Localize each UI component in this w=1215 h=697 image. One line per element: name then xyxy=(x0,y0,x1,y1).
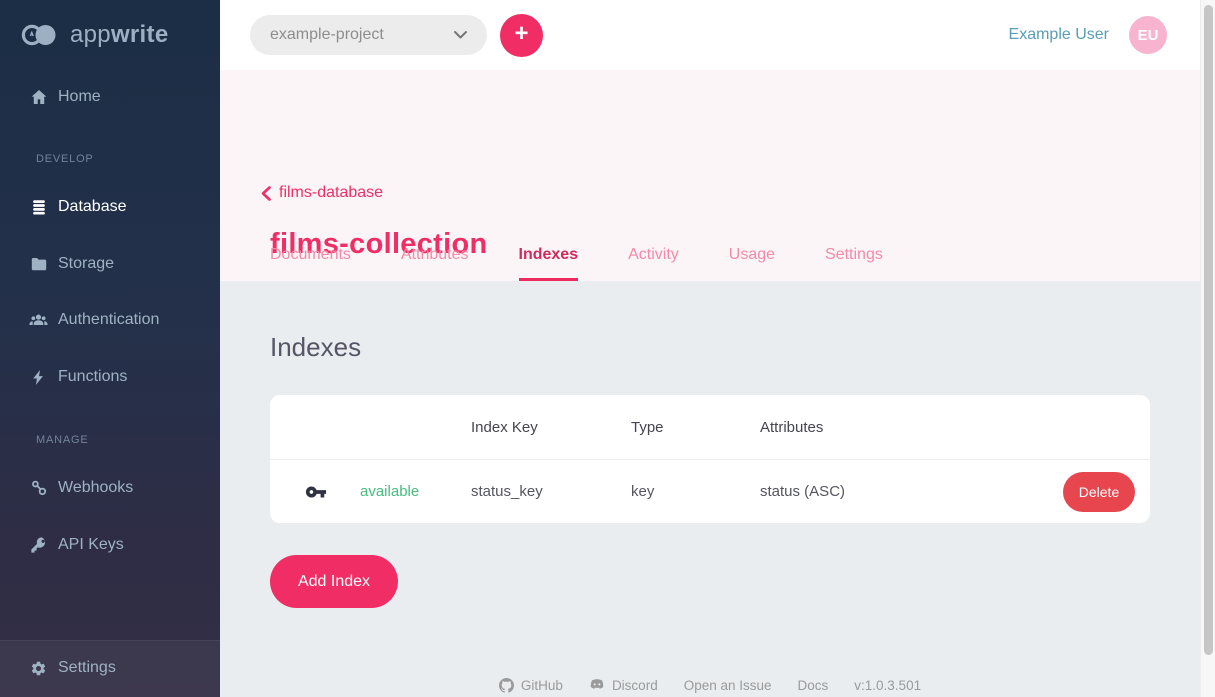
footer-link-label: Open an Issue xyxy=(684,678,772,693)
database-icon xyxy=(29,198,48,217)
tab-usage[interactable]: Usage xyxy=(729,246,775,281)
collection-tabs: Documents Attributes Indexes Activity Us… xyxy=(270,246,883,281)
footer: GitHub Discord Open an Issue Docs v:1.0.… xyxy=(220,678,1200,693)
add-project-button[interactable]: + xyxy=(500,14,543,57)
table-row: available status_key key status (ASC) De… xyxy=(270,460,1150,523)
footer-version: v:1.0.3.501 xyxy=(854,678,921,693)
link-icon xyxy=(29,479,48,498)
user-profile-link[interactable]: Example User xyxy=(1009,26,1109,44)
github-icon xyxy=(499,678,514,693)
chevron-down-icon xyxy=(454,31,467,39)
scrollbar-track[interactable] xyxy=(1200,0,1215,697)
sidebar-item-label: Functions xyxy=(58,368,127,386)
topbar-user-area: Example User EU xyxy=(1009,16,1200,54)
sidebar-item-storage[interactable]: Storage xyxy=(0,246,220,282)
footer-link-open-issue[interactable]: Open an Issue xyxy=(684,678,772,693)
avatar-initials: EU xyxy=(1138,27,1159,44)
footer-link-label: GitHub xyxy=(521,678,563,693)
footer-link-github[interactable]: GitHub xyxy=(499,678,563,693)
scrollbar-thumb[interactable] xyxy=(1204,5,1213,655)
project-selector-value: example-project xyxy=(270,26,384,44)
sidebar-section-manage: MANAGE xyxy=(36,434,88,446)
gear-icon xyxy=(29,659,48,678)
footer-link-label: Discord xyxy=(612,678,658,693)
cell-index-key: status_key xyxy=(471,483,631,500)
section-heading-indexes: Indexes xyxy=(270,332,361,363)
home-icon xyxy=(29,88,48,107)
cell-type: key xyxy=(631,483,760,500)
sidebar-item-label: Database xyxy=(58,198,127,216)
indexes-table: Index Key Type Attributes available stat… xyxy=(270,395,1150,523)
add-index-button[interactable]: Add Index xyxy=(270,555,398,608)
sidebar-item-label: Settings xyxy=(58,659,116,677)
sidebar-item-webhooks[interactable]: Webhooks xyxy=(0,470,220,506)
sidebar-item-database[interactable]: Database xyxy=(0,189,220,225)
footer-link-label: Docs xyxy=(798,678,829,693)
table-header-type: Type xyxy=(631,419,760,436)
appwrite-logo[interactable]: appwrite xyxy=(20,20,168,50)
sidebar-item-label: API Keys xyxy=(58,536,124,554)
sidebar-section-develop: DEVELOP xyxy=(36,153,94,165)
lightning-icon xyxy=(29,368,48,387)
delete-button[interactable]: Delete xyxy=(1063,472,1135,512)
table-header-attributes: Attributes xyxy=(760,419,1043,436)
sidebar-item-label: Webhooks xyxy=(58,479,133,497)
tab-activity[interactable]: Activity xyxy=(628,246,679,281)
table-key-icon xyxy=(305,481,360,503)
status-badge: available xyxy=(360,483,471,500)
avatar[interactable]: EU xyxy=(1129,16,1167,54)
key-icon xyxy=(29,536,48,555)
table-header-index-key: Index Key xyxy=(471,419,631,436)
sidebar-item-home[interactable]: Home xyxy=(0,79,220,115)
tab-settings[interactable]: Settings xyxy=(825,246,883,281)
tab-attributes[interactable]: Attributes xyxy=(401,246,469,281)
plus-icon: + xyxy=(514,22,528,46)
sidebar-item-label: Authentication xyxy=(58,311,159,329)
footer-link-discord[interactable]: Discord xyxy=(589,678,658,693)
breadcrumb[interactable]: films-database xyxy=(261,184,383,202)
cell-attributes: status (ASC) xyxy=(760,483,1043,500)
users-icon xyxy=(29,311,48,330)
appwrite-logo-icon xyxy=(20,20,62,50)
discord-icon xyxy=(589,679,605,692)
chevron-left-icon xyxy=(261,186,271,201)
tab-indexes[interactable]: Indexes xyxy=(519,246,579,281)
sidebar-item-functions[interactable]: Functions xyxy=(0,359,220,395)
collection-header: films-database films-collection Document… xyxy=(220,70,1200,281)
table-header-row: Index Key Type Attributes xyxy=(270,395,1150,460)
footer-link-docs[interactable]: Docs xyxy=(798,678,829,693)
project-selector[interactable]: example-project xyxy=(250,15,487,55)
sidebar-item-api-keys[interactable]: API Keys xyxy=(0,527,220,563)
sidebar-item-label: Home xyxy=(58,88,101,106)
breadcrumb-label: films-database xyxy=(279,184,383,202)
sidebar-item-label: Storage xyxy=(58,255,114,273)
tab-documents[interactable]: Documents xyxy=(270,246,351,281)
folder-icon xyxy=(29,255,48,274)
appwrite-logo-text: appwrite xyxy=(70,21,168,49)
sidebar-item-settings[interactable]: Settings xyxy=(0,650,220,686)
topbar: example-project + Example User EU xyxy=(220,0,1200,70)
sidebar-item-authentication[interactable]: Authentication xyxy=(0,302,220,338)
sidebar: appwrite Home DEVELOP Database Storage xyxy=(0,0,220,697)
